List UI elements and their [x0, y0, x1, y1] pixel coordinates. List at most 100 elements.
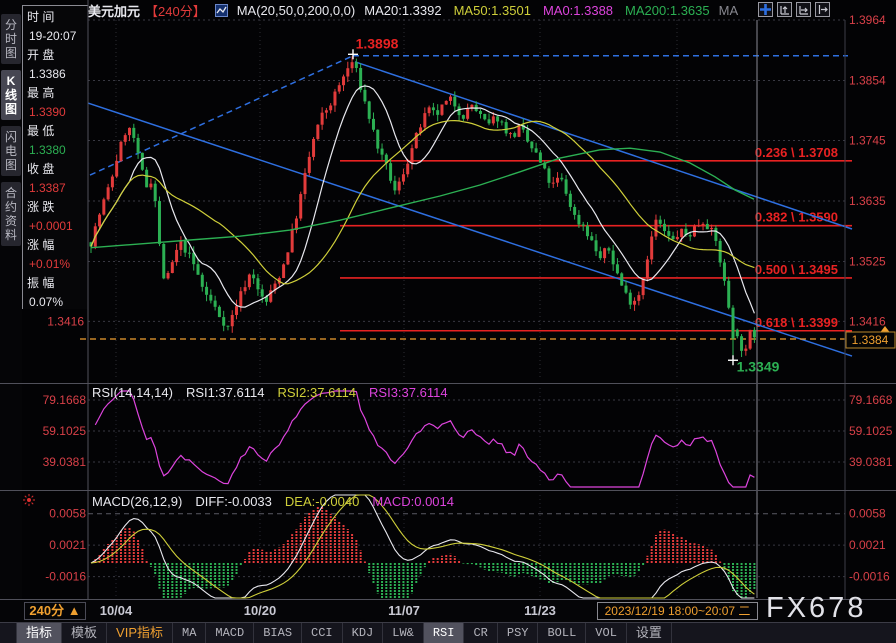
- candle-body: [316, 125, 319, 139]
- candle-body: [171, 262, 174, 273]
- candle-body: [667, 231, 670, 236]
- candle-body: [154, 184, 157, 201]
- candle-body: [547, 168, 550, 182]
- candle-body: [462, 115, 465, 119]
- rsi-axis-right: 79.1668: [849, 393, 893, 407]
- candle-body: [650, 237, 653, 260]
- toolbar-item-指标[interactable]: 指标: [16, 623, 62, 643]
- rsi-header: RSI(14,14,14) RSI1:37.6114RSI2:37.6114RS…: [92, 385, 448, 400]
- toolbar-item-设置[interactable]: 设置: [627, 623, 672, 643]
- macd-axis-left: 0.0021: [49, 538, 86, 552]
- toolbar-item-模板[interactable]: 模板: [62, 623, 107, 643]
- candle-body: [607, 248, 610, 250]
- candle-body: [346, 68, 349, 76]
- toolbar-item-CR[interactable]: CR: [464, 623, 497, 643]
- toolbar-item-RSI[interactable]: RSI: [424, 623, 465, 643]
- toolbar-item-MA[interactable]: MA: [173, 623, 206, 643]
- candle-body: [676, 237, 679, 239]
- macd-dea-line: [91, 495, 754, 598]
- candle-body: [500, 121, 503, 122]
- sun-icon[interactable]: [22, 493, 36, 512]
- candle-body: [299, 194, 302, 218]
- candle-body: [209, 295, 212, 301]
- chart-canvas[interactable]: 1.39641.38541.37451.36351.35251.34161.34…: [0, 0, 896, 622]
- candle-body: [167, 273, 170, 278]
- candle-body: [440, 104, 443, 114]
- candle-body: [672, 236, 675, 239]
- candle-body: [586, 226, 589, 237]
- candle-body: [252, 275, 255, 279]
- candle-body: [646, 259, 649, 278]
- candle-body: [235, 306, 238, 315]
- candle-body: [577, 215, 580, 225]
- low-price-label: 1.3349: [737, 358, 780, 374]
- macd-axis-left: -0.0016: [45, 570, 86, 584]
- toolbar-item-VOL[interactable]: VOL: [586, 623, 627, 643]
- macd-title[interactable]: MACD(26,12,9): [92, 494, 182, 509]
- candle-body: [321, 113, 324, 125]
- candle-body: [355, 62, 358, 68]
- candle-body: [312, 139, 315, 157]
- toolbar-item-BIAS[interactable]: BIAS: [254, 623, 302, 643]
- candle-body: [714, 228, 717, 241]
- price-axis-label: 1.3525: [849, 254, 886, 268]
- candle-body: [423, 113, 426, 127]
- candle-body: [381, 149, 384, 155]
- candle-body: [590, 236, 593, 240]
- candle-body: [137, 138, 140, 153]
- candle-body: [697, 225, 700, 226]
- toolbar-item-BOLL[interactable]: BOLL: [538, 623, 586, 643]
- candle-body: [145, 170, 148, 188]
- candle-body: [149, 184, 152, 188]
- candle-body: [582, 224, 585, 225]
- toolbar-item-LW&[interactable]: LW&: [383, 623, 424, 643]
- price-axis-label: 1.3964: [849, 13, 886, 27]
- candle-body: [599, 251, 602, 258]
- candle-body: [102, 199, 105, 214]
- candle-body: [702, 224, 705, 226]
- candle-body: [603, 248, 606, 258]
- toolbar-item-CCI[interactable]: CCI: [302, 623, 343, 643]
- candle-body: [727, 281, 730, 308]
- price-axis-left-label: 1.3416: [47, 314, 84, 328]
- candle-body: [483, 114, 486, 119]
- candle-body: [749, 330, 752, 349]
- candle-body: [308, 157, 311, 173]
- macd-value: DEA:-0.0040: [285, 494, 359, 509]
- candle-body: [436, 110, 439, 115]
- candle-body: [304, 173, 307, 194]
- candle-body: [680, 229, 683, 237]
- candle-body: [479, 111, 482, 114]
- candle-body: [620, 273, 623, 285]
- toolbar-item-PSY[interactable]: PSY: [498, 623, 539, 643]
- macd-axis-right: -0.0016: [849, 570, 890, 584]
- candle-body: [398, 182, 401, 191]
- price-axis-label: 1.3416: [849, 314, 886, 328]
- candle-body: [406, 164, 409, 175]
- candle-body: [98, 215, 101, 227]
- candle-body: [453, 97, 456, 107]
- candle-body: [488, 119, 491, 123]
- candle-body: [573, 207, 576, 215]
- candle-body: [633, 301, 636, 305]
- candle-body: [372, 119, 375, 130]
- candle-body: [710, 228, 713, 229]
- candle-body: [744, 349, 747, 351]
- toolbar-item-VIP指标[interactable]: VIP指标: [107, 623, 173, 643]
- toolbar-item-MACD[interactable]: MACD: [206, 623, 254, 643]
- candle-body: [526, 130, 529, 142]
- candle-body: [556, 178, 559, 183]
- rsi-title[interactable]: RSI(14,14,14): [92, 385, 173, 400]
- candle-body: [325, 110, 328, 112]
- candle-body: [282, 264, 285, 278]
- candle-body: [719, 241, 722, 263]
- candle-body: [231, 315, 234, 326]
- candle-body: [530, 142, 533, 149]
- candle-body: [513, 133, 516, 137]
- candle-body: [689, 235, 692, 236]
- candle-body: [663, 224, 666, 231]
- candle-body: [376, 130, 379, 149]
- toolbar-item-KDJ[interactable]: KDJ: [343, 623, 384, 643]
- candle-body: [128, 128, 131, 135]
- rsi-axis-left: 79.1668: [43, 393, 87, 407]
